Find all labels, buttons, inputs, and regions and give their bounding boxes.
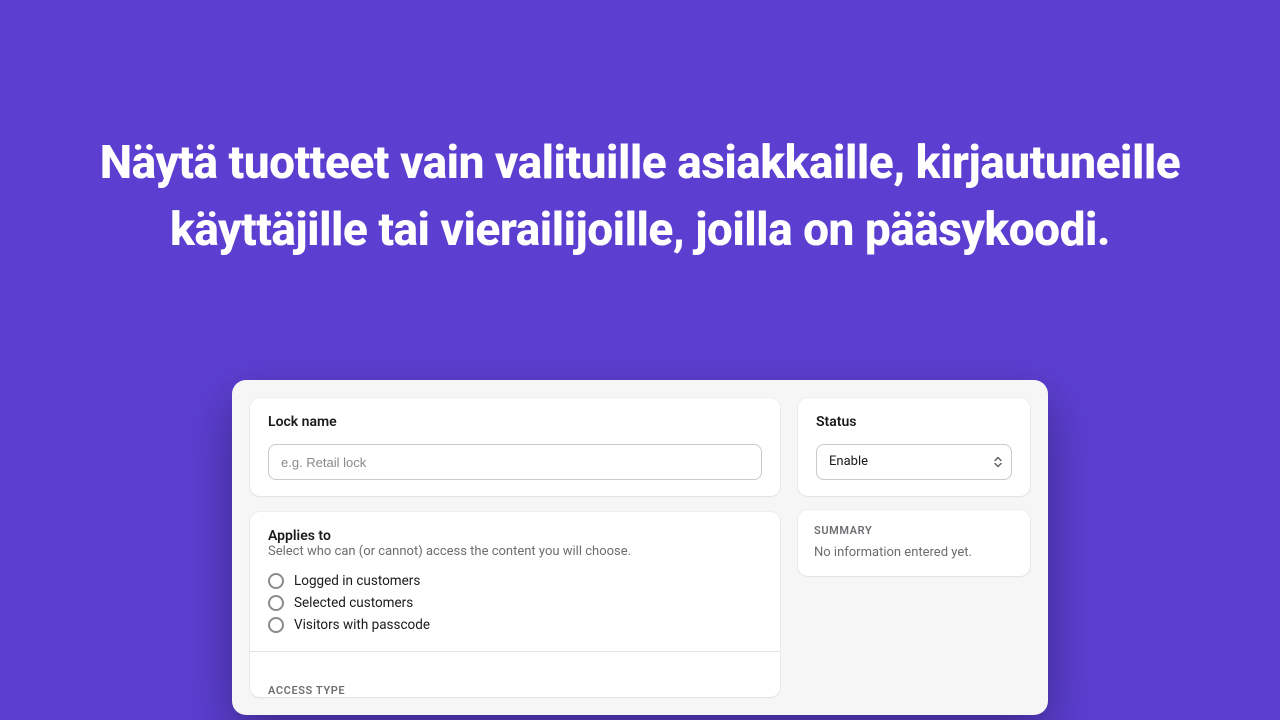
right-column: Status Enable SUMMARY No information ent…: [798, 398, 1030, 576]
applies-to-radio-group: Logged in customers Selected customers V…: [268, 573, 762, 633]
summary-label: SUMMARY: [814, 524, 1014, 537]
applies-to-title: Applies to: [268, 528, 762, 544]
status-select-wrap: Enable: [816, 444, 1012, 480]
settings-panel: Lock name Applies to Select who can (or …: [232, 380, 1048, 715]
summary-card: SUMMARY No information entered yet.: [798, 510, 1030, 576]
lock-name-card: Lock name: [250, 398, 780, 496]
radio-icon: [268, 573, 284, 589]
radio-label: Visitors with passcode: [294, 617, 430, 633]
summary-text: No information entered yet.: [814, 545, 1014, 560]
radio-label: Selected customers: [294, 595, 413, 611]
status-card: Status Enable: [798, 398, 1030, 496]
status-title: Status: [816, 414, 1012, 430]
applies-to-card: Applies to Select who can (or cannot) ac…: [250, 512, 780, 697]
left-column: Lock name Applies to Select who can (or …: [250, 398, 780, 697]
applies-to-helper: Select who can (or cannot) access the co…: [268, 544, 762, 559]
access-type-label: ACCESS TYPE: [250, 668, 780, 697]
lock-name-title: Lock name: [268, 414, 762, 430]
radio-visitors-passcode[interactable]: Visitors with passcode: [268, 617, 762, 633]
lock-name-input[interactable]: [268, 444, 762, 480]
radio-logged-in-customers[interactable]: Logged in customers: [268, 573, 762, 589]
status-select[interactable]: Enable: [816, 444, 1012, 480]
divider: [250, 651, 780, 652]
radio-icon: [268, 595, 284, 611]
radio-icon: [268, 617, 284, 633]
radio-selected-customers[interactable]: Selected customers: [268, 595, 762, 611]
radio-label: Logged in customers: [294, 573, 420, 589]
hero-headline: Näytä tuotteet vain valituille asiakkail…: [0, 0, 1280, 263]
